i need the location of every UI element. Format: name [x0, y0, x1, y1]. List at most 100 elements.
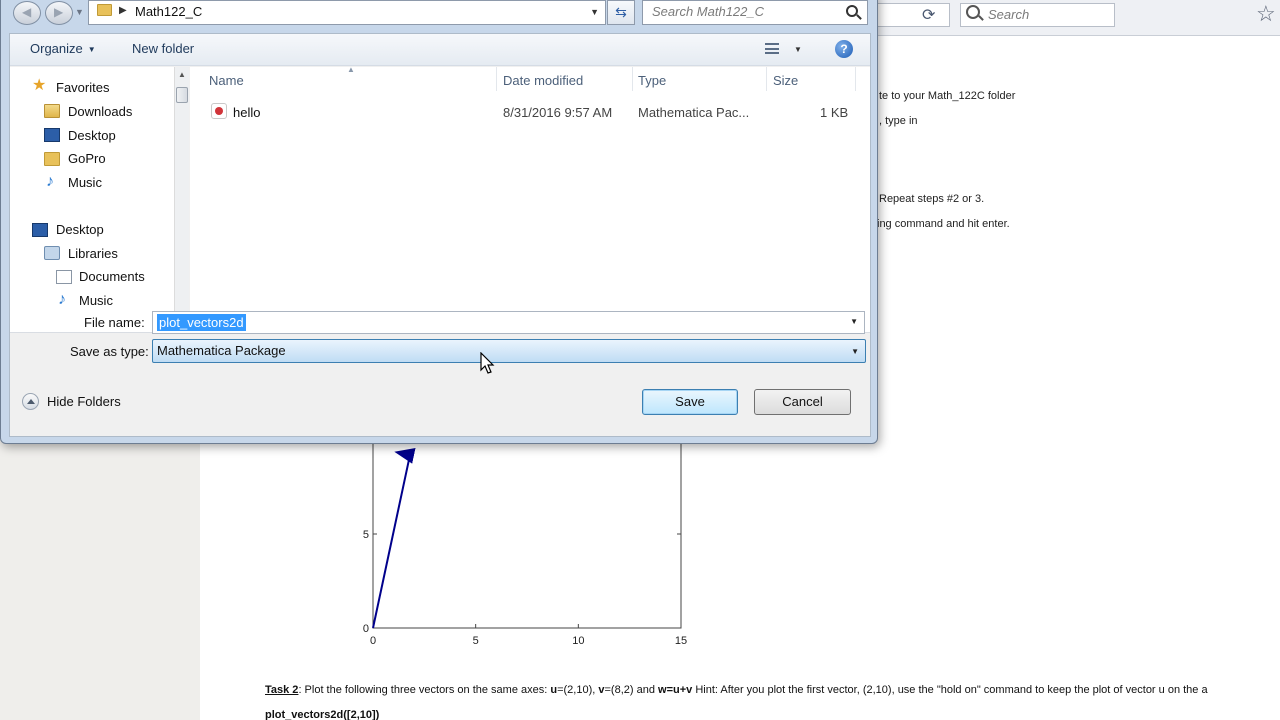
save-as-type-label: Save as type: [70, 344, 149, 359]
breadcrumb-current-folder[interactable]: Math122_C [135, 4, 202, 19]
file-name-input[interactable]: plot_vectors2d ▼ [152, 311, 865, 334]
x-tick-label: 0 [370, 635, 376, 647]
libraries-icon [44, 246, 60, 260]
page-gutter-right [1032, 36, 1280, 720]
command-bar: Organize ▼ New folder ▼ ? [10, 34, 870, 66]
help-icon[interactable]: ? [835, 40, 853, 58]
forward-arrow-icon: ▶ [54, 5, 64, 19]
bookmark-star-icon[interactable]: ☆ [1256, 1, 1276, 27]
back-button[interactable]: ◀ [13, 1, 41, 25]
file-size: 1 KB [820, 105, 849, 120]
navigation-pane: ★ Favorites Downloads Desktop GoPro ♪ Mu… [10, 67, 188, 332]
save-as-type-value: Mathematica Package [157, 343, 286, 358]
task-2-text-part: =(8,2) and [604, 684, 659, 696]
scroll-up-icon[interactable]: ▲ [178, 70, 186, 79]
browser-toolbar: ⟳ Search ☆ [870, 0, 1280, 36]
x-tick-label: 10 [572, 635, 584, 647]
task-2-text: Task 2: Plot the following three vectors… [265, 684, 1208, 696]
vector-w-label: w=u+v [658, 684, 693, 696]
recent-locations-dropdown-icon[interactable]: ▼ [75, 7, 84, 17]
cancel-button[interactable]: Cancel [754, 389, 851, 415]
task-2-text-part: Hint: After you plot the first vector, (… [692, 684, 1208, 696]
view-dropdown-icon[interactable]: ▼ [794, 45, 802, 54]
nav-item-library-music[interactable]: Music [79, 293, 113, 308]
forward-button[interactable]: ▶ [45, 1, 73, 25]
file-type: Mathematica Pac... [638, 105, 750, 120]
collapse-icon [22, 393, 39, 410]
folder-search-placeholder: Search Math122_C [652, 4, 765, 19]
refresh-icon: ⇆ [615, 4, 627, 20]
breadcrumb-chevron-icon[interactable]: ▶ [119, 5, 127, 16]
column-separator[interactable] [496, 67, 497, 91]
music-note-icon: ♪ [58, 291, 66, 308]
x-tick-label: 5 [473, 635, 479, 647]
column-header-type[interactable]: Type [638, 73, 666, 88]
file-name-label: File name: [84, 315, 145, 330]
address-bar[interactable]: ▶ Math122_C ▼ [88, 0, 606, 25]
view-options-icon[interactable] [765, 43, 779, 54]
favorites-star-icon: ★ [32, 77, 47, 94]
desktop-icon [44, 128, 60, 142]
plot-axes-box [372, 440, 682, 629]
browser-address-bar[interactable] [870, 3, 950, 27]
browser-search-box[interactable] [960, 3, 1115, 27]
mouse-cursor-icon [480, 352, 495, 374]
sort-ascending-icon: ▲ [347, 65, 355, 74]
folder-icon [44, 152, 60, 166]
nav-item-libraries[interactable]: Libraries [68, 246, 118, 261]
column-header-name[interactable]: Name [209, 73, 244, 88]
search-icon[interactable] [846, 5, 858, 17]
nav-item-desktop[interactable]: Desktop [68, 128, 116, 143]
address-dropdown-icon[interactable]: ▼ [590, 7, 599, 17]
doc-text-fragment: , type in [879, 115, 918, 127]
refresh-button[interactable]: ⇆ [607, 0, 635, 25]
downloads-folder-icon [44, 104, 60, 118]
file-name[interactable]: hello [233, 105, 260, 120]
doc-text-fragment: Repeat steps #2 or 3. [879, 193, 985, 205]
y-tick-label: 5 [363, 529, 369, 541]
nav-item-music[interactable]: Music [68, 175, 102, 190]
nav-item-desktop-root[interactable]: Desktop [56, 222, 104, 237]
y-tick-label: 0 [363, 623, 369, 635]
save-as-type-select[interactable]: Mathematica Package ▼ [152, 339, 866, 363]
save-as-type-dropdown-icon[interactable]: ▼ [851, 347, 859, 356]
code-snippet: plot_vectors2d([2,10]) [265, 709, 380, 720]
hide-folders-label: Hide Folders [47, 394, 121, 409]
organize-caret-icon: ▼ [87, 45, 96, 54]
file-date: 8/31/2016 9:57 AM [503, 105, 613, 120]
new-folder-button[interactable]: New folder [132, 41, 194, 56]
file-name-value[interactable]: plot_vectors2d [157, 314, 246, 331]
browser-refresh-icon[interactable]: ⟳ [922, 5, 935, 25]
column-header-date[interactable]: Date modified [503, 73, 583, 88]
file-name-dropdown-icon[interactable]: ▼ [850, 317, 858, 326]
organize-menu[interactable]: Organize ▼ [30, 41, 96, 56]
task-2-text-part: : Plot the following three vectors on th… [298, 684, 551, 696]
column-header-size[interactable]: Size [773, 73, 798, 88]
vector-plot: 0 5 10 15 0 5 [363, 440, 687, 647]
column-separator[interactable] [855, 67, 856, 91]
nav-item-downloads[interactable]: Downloads [68, 104, 132, 119]
dialog-body: Organize ▼ New folder ▼ ? ★ Favorites Dow… [9, 33, 871, 437]
x-tick-label: 15 [675, 635, 687, 647]
nav-item-gopro[interactable]: GoPro [68, 151, 106, 166]
nav-pane-scrollbar[interactable]: ▲ ▼ [174, 67, 189, 332]
dialog-address-row: ◀ ▶ ▼ ▶ Math122_C ▼ ⇆ Search Math122_C [1, 0, 877, 31]
file-list: ▲ Name Date modified Type Size hello 8/3… [190, 65, 870, 332]
folder-search-input[interactable]: Search Math122_C [642, 0, 868, 25]
nav-item-documents[interactable]: Documents [79, 269, 145, 284]
music-note-icon: ♪ [46, 173, 54, 190]
nav-item-favorites[interactable]: Favorites [56, 80, 109, 95]
save-as-dialog: ◀ ▶ ▼ ▶ Math122_C ▼ ⇆ Search Math122_C O… [0, 0, 878, 444]
desktop-icon [32, 223, 48, 237]
save-button[interactable]: Save [642, 389, 738, 415]
browser-search-placeholder: Search [988, 7, 1030, 22]
back-arrow-icon: ◀ [22, 5, 32, 19]
column-separator[interactable] [632, 67, 633, 91]
scrollbar-thumb[interactable] [176, 87, 188, 103]
task-2-text-part: =(2,10), [557, 684, 599, 696]
column-separator[interactable] [766, 67, 767, 91]
doc-text-fragment: ing command and hit enter. [877, 218, 1010, 230]
browser-search-icon [966, 5, 980, 19]
folder-icon [97, 4, 112, 16]
doc-text-fragment: te to your Math_122C folder [879, 90, 1016, 102]
